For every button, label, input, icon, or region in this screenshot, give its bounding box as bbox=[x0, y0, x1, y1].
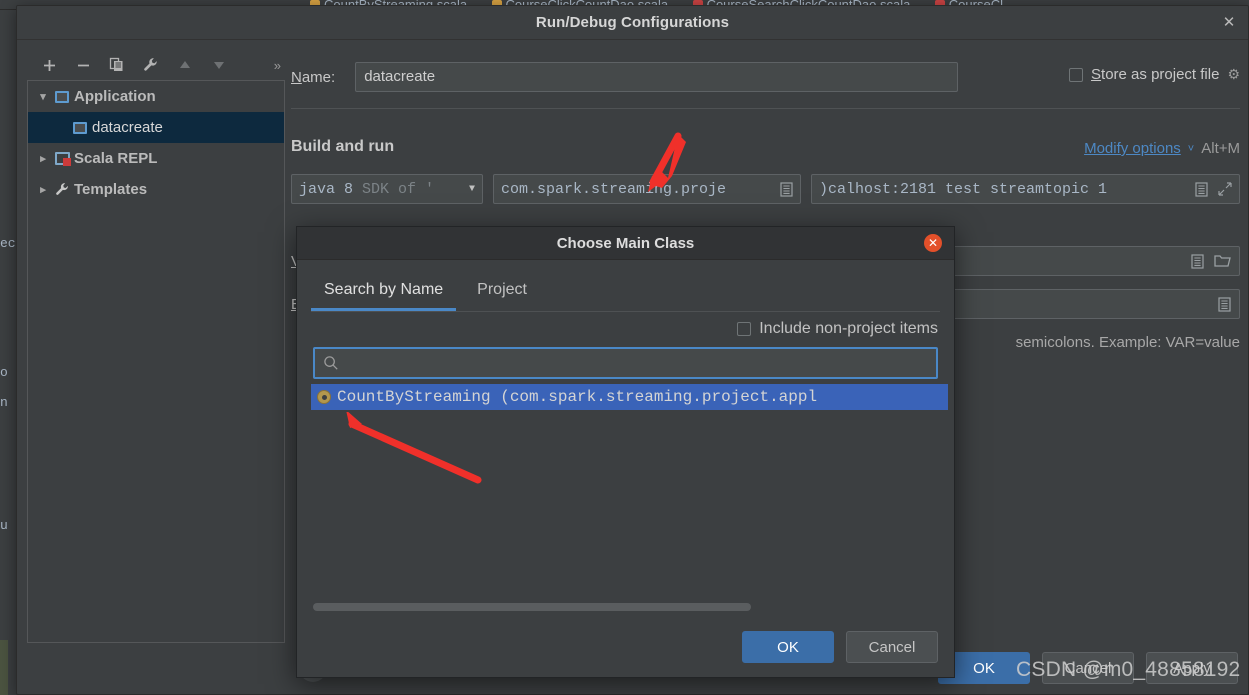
choose-main-class-tabs: Search by Name Project bbox=[311, 273, 540, 311]
list-icon[interactable] bbox=[780, 181, 793, 197]
folder-icon[interactable] bbox=[1214, 254, 1231, 268]
ide-text-fragment: o bbox=[0, 365, 8, 380]
move-down-button[interactable] bbox=[209, 55, 229, 75]
store-as-project-file-option[interactable]: Store as project file ⚙ bbox=[1069, 66, 1240, 83]
chevron-down-icon[interactable]: ▼ bbox=[469, 184, 475, 195]
name-label: NName:ame: bbox=[291, 68, 336, 86]
main-class-input[interactable]: com.spark.streaming.proje bbox=[493, 174, 801, 204]
ide-text-fragment: ec bbox=[0, 236, 16, 251]
search-icon bbox=[323, 355, 339, 371]
name-input[interactable]: datacreate bbox=[355, 62, 959, 92]
horizontal-scrollbar[interactable] bbox=[313, 603, 751, 611]
build-and-run-title: Build and run bbox=[291, 138, 395, 155]
wrench-icon bbox=[52, 182, 72, 197]
list-icon[interactable] bbox=[1218, 296, 1231, 312]
application-icon bbox=[70, 121, 90, 134]
list-item[interactable]: CountByStreaming (com.spark.streaming.pr… bbox=[311, 384, 948, 410]
chevron-right-icon[interactable]: ▸ bbox=[34, 183, 52, 196]
screen-root: CountByStreaming.scala CourseClickCountD… bbox=[0, 0, 1249, 695]
ide-text-fragment: u bbox=[0, 518, 8, 533]
configurations-tree[interactable]: ▾ Application datacreate ▸ Scala REPL ▸ bbox=[27, 80, 285, 643]
list-item-label: CountByStreaming (com.spark.streaming.pr… bbox=[337, 388, 818, 406]
list-icon[interactable] bbox=[1195, 181, 1208, 197]
toolbar-overflow-button[interactable]: » bbox=[274, 58, 281, 73]
include-non-project-items-checkbox[interactable] bbox=[737, 322, 752, 336]
page-title: Run/Debug Configurations bbox=[535, 14, 730, 31]
program-arguments-value: )calhost:2181 test streamtopic 1 bbox=[819, 180, 1108, 198]
add-configuration-button[interactable] bbox=[39, 55, 59, 75]
gear-icon[interactable]: ⚙ bbox=[1227, 66, 1240, 83]
environment-variables-hint: semicolons. Example: VAR=value bbox=[1015, 334, 1240, 351]
ok-button[interactable]: OK bbox=[742, 631, 834, 663]
tab-underline bbox=[311, 311, 940, 312]
tree-item-templates[interactable]: ▸ Templates bbox=[28, 174, 284, 205]
copy-configuration-button[interactable] bbox=[107, 55, 127, 75]
choose-main-class-footer: OK Cancel bbox=[742, 631, 938, 663]
tab-search-by-name[interactable]: Search by Name bbox=[311, 273, 457, 311]
jre-value: java 8 bbox=[299, 180, 354, 198]
scala-repl-icon bbox=[52, 152, 72, 166]
tree-item-label: Application bbox=[74, 88, 156, 105]
application-icon bbox=[52, 90, 72, 103]
chevron-right-icon[interactable]: ▸ bbox=[34, 152, 52, 165]
configurations-toolbar: » bbox=[27, 50, 285, 80]
close-icon[interactable]: ✕ bbox=[1220, 14, 1238, 32]
tree-item-label: Templates bbox=[74, 181, 148, 198]
ide-text-fragment: n bbox=[0, 395, 8, 410]
chevron-down-icon[interactable]: ˅ bbox=[1188, 143, 1194, 155]
search-input[interactable] bbox=[313, 347, 938, 379]
store-as-project-file-checkbox[interactable] bbox=[1069, 67, 1084, 82]
modify-options-link[interactable]: Modify options bbox=[1084, 140, 1181, 157]
expand-icon[interactable] bbox=[1218, 182, 1232, 196]
section-divider bbox=[291, 108, 1240, 109]
dialog-title-bar: Run/Debug Configurations ✕ bbox=[17, 6, 1248, 40]
main-class-value: com.spark.streaming.proje bbox=[501, 180, 727, 198]
ide-status-strip bbox=[0, 640, 8, 695]
build-run-fields-row: java 8 SDK of ' ▼ com.spark.streaming.pr… bbox=[291, 174, 1240, 204]
tab-project[interactable]: Project bbox=[464, 273, 540, 311]
tree-item-scala-repl[interactable]: ▸ Scala REPL bbox=[28, 143, 284, 174]
choose-main-class-dialog: Choose Main Class ✕ Search by Name Proje… bbox=[296, 226, 955, 678]
class-object-icon bbox=[317, 390, 331, 404]
remove-configuration-button[interactable] bbox=[73, 55, 93, 75]
tree-item-label: Scala REPL bbox=[74, 150, 158, 167]
tree-item-datacreate[interactable]: datacreate bbox=[28, 112, 284, 143]
list-icon[interactable] bbox=[1191, 253, 1204, 269]
watermark: CSDN @m0_48858192 bbox=[1016, 658, 1241, 681]
cancel-button[interactable]: Cancel bbox=[846, 631, 938, 663]
include-non-project-items-option[interactable]: Include non-project items bbox=[737, 320, 938, 338]
close-icon[interactable]: ✕ bbox=[924, 234, 942, 252]
choose-main-class-title-bar: Choose Main Class ✕ bbox=[297, 227, 954, 260]
modify-options-row: Modify options ˅ Alt+M bbox=[1084, 140, 1240, 157]
store-as-project-file-label: Store as project file bbox=[1091, 66, 1220, 83]
program-arguments-input[interactable]: )calhost:2181 test streamtopic 1 bbox=[811, 174, 1240, 204]
tree-item-application[interactable]: ▾ Application bbox=[28, 81, 284, 112]
edit-templates-wrench-icon[interactable] bbox=[141, 55, 161, 75]
include-non-project-items-label: Include non-project items bbox=[759, 320, 938, 337]
choose-main-class-title: Choose Main Class bbox=[556, 235, 695, 252]
name-row: NName:ame: datacreate bbox=[291, 62, 959, 92]
tree-item-label: datacreate bbox=[92, 119, 163, 136]
jre-value-muted: SDK of ' bbox=[362, 180, 435, 198]
modify-options-shortcut: Alt+M bbox=[1201, 140, 1240, 157]
chevron-down-icon[interactable]: ▾ bbox=[34, 90, 52, 103]
jre-select[interactable]: java 8 SDK of ' ▼ bbox=[291, 174, 483, 204]
move-up-button[interactable] bbox=[175, 55, 195, 75]
